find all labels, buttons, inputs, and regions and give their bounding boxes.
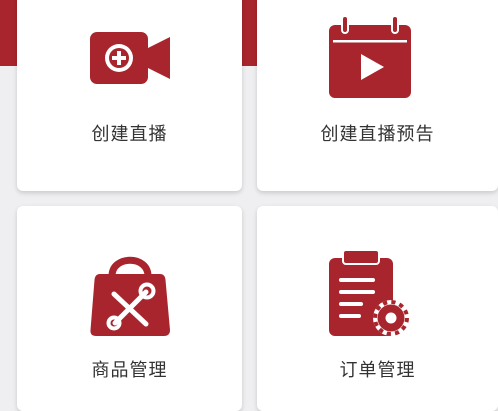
product-management-card[interactable]: 商品管理 bbox=[17, 206, 242, 411]
product-management-label: 商品管理 bbox=[91, 360, 168, 381]
shopping-bag-tools-icon bbox=[90, 256, 170, 336]
order-management-label: 订单管理 bbox=[339, 360, 416, 381]
video-camera-plus-icon bbox=[90, 32, 170, 84]
order-management-card[interactable]: 订单管理 bbox=[257, 206, 498, 411]
create-live-card[interactable]: 创建直播 bbox=[17, 0, 242, 191]
create-live-label: 创建直播 bbox=[91, 124, 168, 145]
create-live-preview-card[interactable]: 创建直播预告 bbox=[257, 0, 498, 191]
calendar-play-icon bbox=[329, 16, 411, 98]
create-live-preview-label: 创建直播预告 bbox=[320, 124, 435, 145]
live-menu-grid: 创建直播 创建直播预告 商品管理 订单管理 bbox=[0, 0, 498, 411]
clipboard-gear-icon bbox=[329, 250, 409, 336]
